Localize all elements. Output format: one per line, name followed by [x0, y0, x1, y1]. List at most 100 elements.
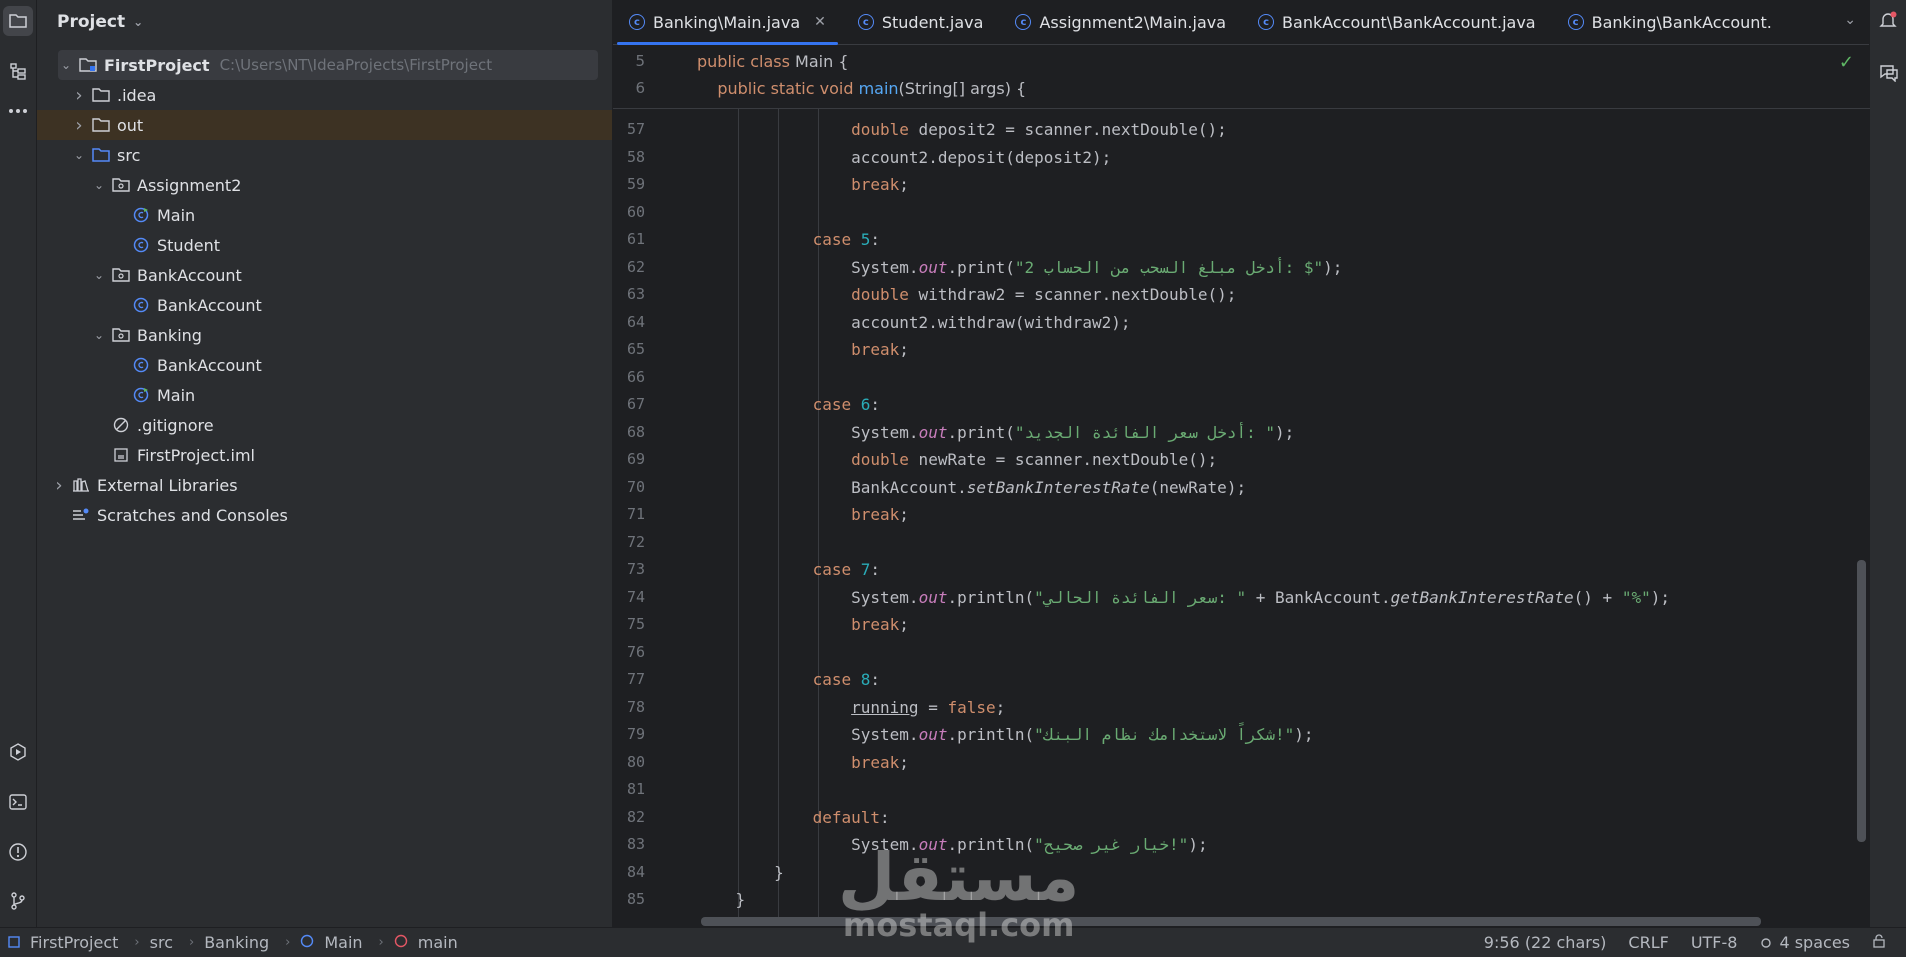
problems-icon[interactable] [3, 837, 33, 867]
editor-tab[interactable]: c Assignment2\Main.java [999, 0, 1242, 44]
line-number[interactable]: 76 [613, 639, 645, 667]
tree-item--idea[interactable]: › .idea [37, 80, 612, 110]
chevron-down-icon[interactable]: ⌄ [133, 15, 143, 29]
line-separator[interactable]: CRLF [1628, 933, 1668, 952]
code-line[interactable]: 84 } [613, 859, 1870, 887]
code-line[interactable]: 76 [613, 639, 1870, 667]
code-line[interactable]: 59 break; [613, 171, 1870, 199]
line-number[interactable]: 69 [613, 446, 645, 474]
no-problems-check-icon[interactable]: ✓ [1839, 52, 1854, 73]
code-line[interactable]: 70 BankAccount.setBankInterestRate(newRa… [613, 474, 1870, 502]
line-number[interactable]: 78 [613, 694, 645, 722]
line-number[interactable]: 81 [613, 776, 645, 804]
line-number[interactable]: 72 [613, 529, 645, 557]
line-number[interactable]: 61 [613, 226, 645, 254]
code-line[interactable]: 66 [613, 364, 1870, 392]
line-number[interactable]: 79 [613, 721, 645, 749]
line-number[interactable]: 74 [613, 584, 645, 612]
code-line[interactable]: 69 double newRate = scanner.nextDouble()… [613, 446, 1870, 474]
line-number[interactable]: 85 [613, 886, 645, 914]
code-line[interactable]: 67 case 6: [613, 391, 1870, 419]
chevron-right-icon[interactable]: › [71, 115, 87, 136]
tree-item-scratches-and-consoles[interactable]: Scratches and Consoles [37, 500, 612, 530]
file-encoding[interactable]: UTF-8 [1691, 933, 1738, 952]
code-line[interactable]: 78 running = false; [613, 694, 1870, 722]
line-number[interactable]: 63 [613, 281, 645, 309]
code-line[interactable]: 72 [613, 529, 1870, 557]
line-number[interactable]: 64 [613, 309, 645, 337]
line-number[interactable]: 84 [613, 859, 645, 887]
line-number[interactable]: 65 [613, 336, 645, 364]
project-folder-icon[interactable] [3, 6, 33, 36]
line-number[interactable]: 77 [613, 666, 645, 694]
code-line[interactable]: 65 break; [613, 336, 1870, 364]
tree-item-student[interactable]: Student [37, 230, 612, 260]
code-line[interactable]: 85 } [613, 886, 1870, 914]
line-number[interactable]: 57 [613, 116, 645, 144]
chevron-right-icon[interactable]: › [51, 475, 67, 496]
tree-item-main[interactable]: Main [37, 380, 612, 410]
chevron-right-icon[interactable]: › [71, 85, 87, 106]
code-line[interactable]: 74 System.out.println("سعر الفائدة الحال… [613, 584, 1870, 612]
tree-item--gitignore[interactable]: .gitignore [37, 410, 612, 440]
code-line[interactable]: 62 System.out.print("أدخل مبلغ السحب من … [613, 254, 1870, 282]
chevron-down-icon[interactable]: ⌄ [91, 328, 107, 342]
breadcrumb-item[interactable]: src [150, 933, 179, 952]
more-icon[interactable] [3, 96, 33, 126]
notifications-bell-icon[interactable] [1878, 10, 1898, 34]
code-line[interactable]: 60 [613, 199, 1870, 227]
code-line[interactable]: 75 break; [613, 611, 1870, 639]
readonly-lock-icon[interactable] [1872, 933, 1886, 952]
project-header[interactable]: Project ⌄ [37, 0, 612, 44]
tree-item-firstproject-iml[interactable]: FirstProject.iml [37, 440, 612, 470]
breadcrumb-item[interactable]: FirstProject [8, 933, 124, 952]
code-line[interactable]: 57 double deposit2 = scanner.nextDouble(… [613, 116, 1870, 144]
code-line[interactable]: 83 System.out.println("خيار غير صحيح!"); [613, 831, 1870, 859]
run-icon[interactable] [3, 737, 33, 767]
line-number[interactable]: 71 [613, 501, 645, 529]
code-line[interactable]: 82 default: [613, 804, 1870, 832]
editor-tab[interactable]: c BankAccount\BankAccount.java [1242, 0, 1552, 44]
ai-assistant-icon[interactable] [1878, 62, 1900, 86]
line-number[interactable]: 62 [613, 254, 645, 282]
indent-setting[interactable]: 4 spaces [1759, 933, 1850, 952]
code-line[interactable]: 73 case 7: [613, 556, 1870, 584]
line-number[interactable]: 6 [613, 75, 645, 103]
terminal-icon[interactable] [3, 787, 33, 817]
line-number[interactable]: 68 [613, 419, 645, 447]
code-line[interactable]: 68 System.out.print("أدخل سعر الفائدة ال… [613, 419, 1870, 447]
line-number[interactable]: 58 [613, 144, 645, 172]
code-line[interactable]: 71 break; [613, 501, 1870, 529]
editor-tab[interactable]: c Student.java [842, 0, 1000, 44]
chevron-down-icon[interactable]: ⌄ [58, 58, 74, 72]
code-line[interactable]: 63 double withdraw2 = scanner.nextDouble… [613, 281, 1870, 309]
line-number[interactable]: 82 [613, 804, 645, 832]
line-number[interactable]: 67 [613, 391, 645, 419]
breadcrumb-item[interactable]: Main [300, 933, 368, 952]
editor-tab[interactable]: c Banking\BankAccount. [1552, 0, 1788, 44]
tree-item-bankaccount[interactable]: BankAccount [37, 290, 612, 320]
chevron-down-icon[interactable]: ⌄ [91, 268, 107, 282]
vertical-scrollbar[interactable] [1857, 560, 1866, 842]
code-line[interactable]: 81 [613, 776, 1870, 804]
tree-item-external-libraries[interactable]: › External Libraries [37, 470, 612, 500]
code-line[interactable]: 77 case 8: [613, 666, 1870, 694]
line-number[interactable]: 75 [613, 611, 645, 639]
horizontal-scrollbar[interactable] [701, 917, 1761, 926]
tree-item-assignment2[interactable]: ⌄ Assignment2 [37, 170, 612, 200]
close-tab-icon[interactable]: ✕ [814, 14, 826, 30]
tree-item-bankaccount[interactable]: ⌄ BankAccount [37, 260, 612, 290]
tree-item-firstproject[interactable]: ⌄ FirstProject C:\Users\NT\IdeaProjects\Fi… [58, 50, 598, 80]
code-line[interactable]: 58 account2.deposit(deposit2); [613, 144, 1870, 172]
line-number[interactable]: 59 [613, 171, 645, 199]
line-number[interactable]: 70 [613, 474, 645, 502]
editor-tab[interactable]: c Banking\Main.java ✕ [613, 0, 842, 45]
breadcrumb-item[interactable]: main [394, 933, 464, 952]
line-number[interactable]: 83 [613, 831, 645, 859]
structure-icon[interactable] [3, 56, 33, 86]
tree-item-bankaccount[interactable]: BankAccount [37, 350, 612, 380]
git-icon[interactable] [3, 886, 33, 916]
line-number[interactable]: 60 [613, 199, 645, 227]
code-line[interactable]: 6 public static void main(String[] args)… [613, 75, 1870, 103]
tree-item-banking[interactable]: ⌄ Banking [37, 320, 612, 350]
